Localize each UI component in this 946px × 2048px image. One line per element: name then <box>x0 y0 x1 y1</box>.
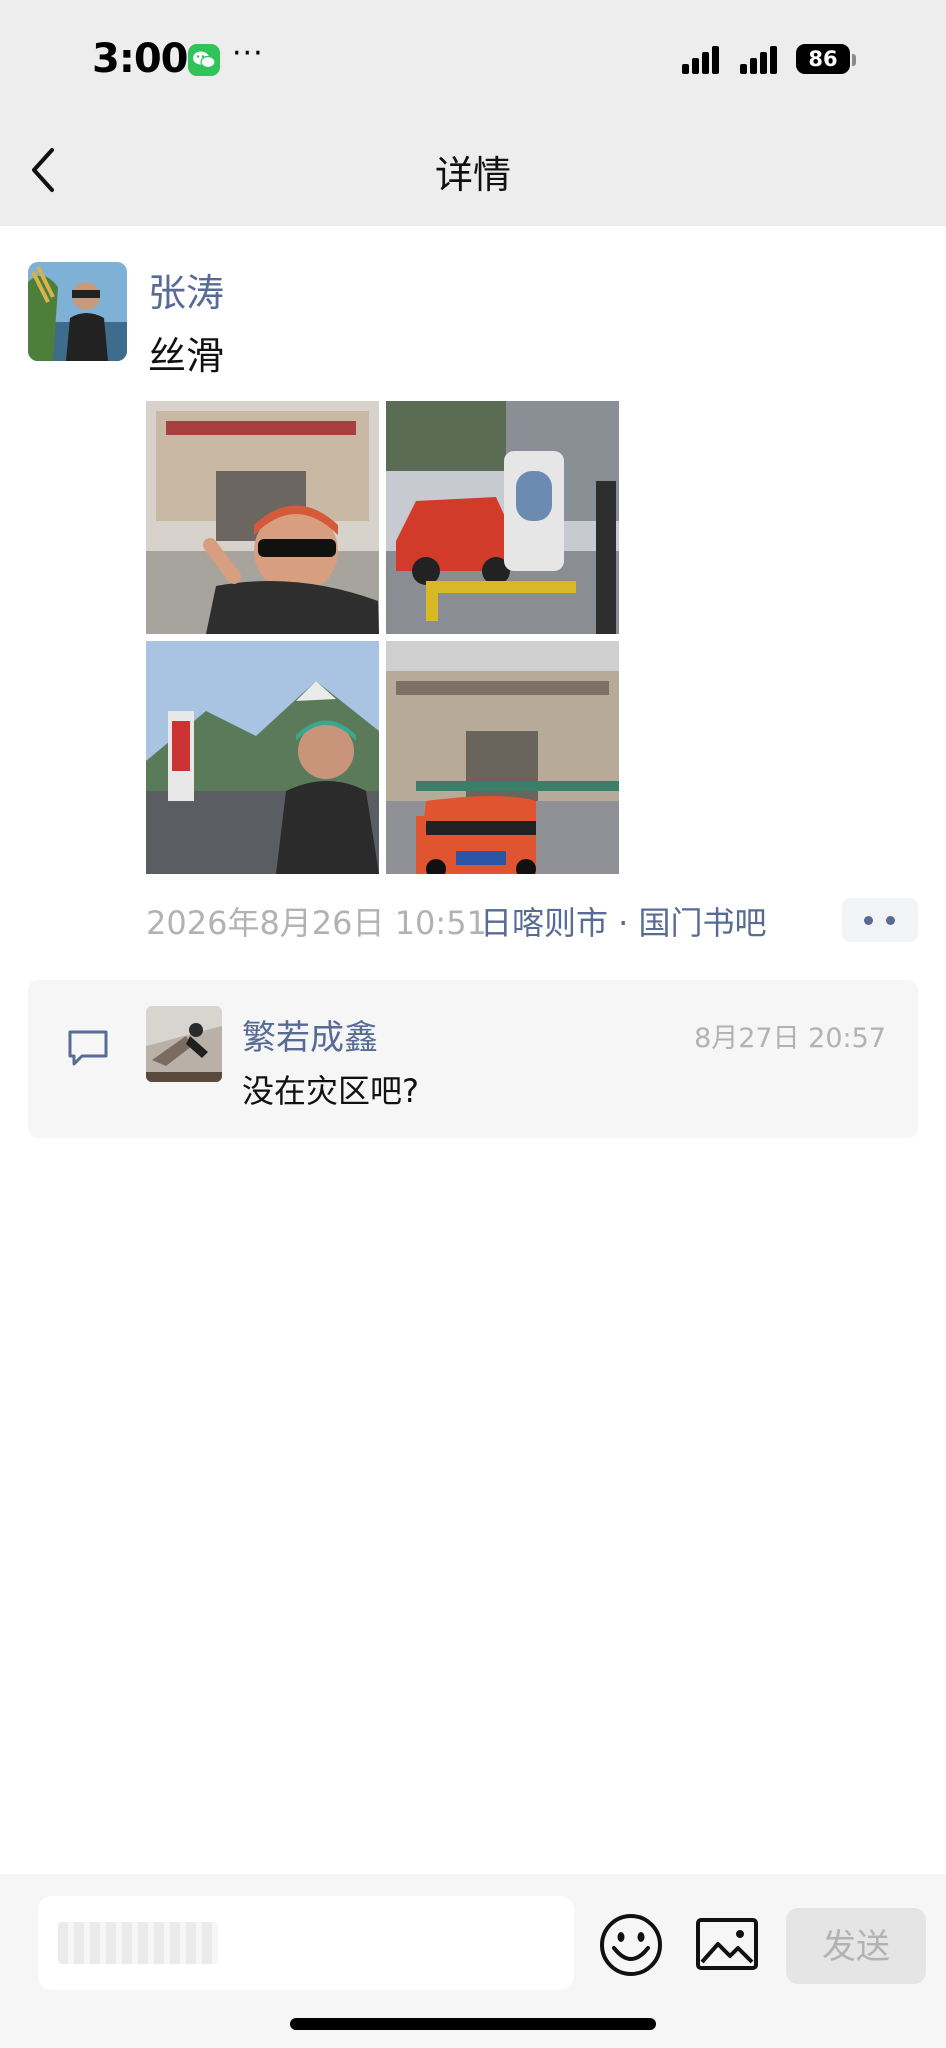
input-draft-text <box>58 1922 218 1964</box>
photo-car-gas-station[interactable] <box>386 401 619 634</box>
post-text: 丝滑 <box>148 334 225 378</box>
comment-section: 繁若成鑫 8月27日 20:57 没在灾区吧? <box>28 980 918 1138</box>
home-indicator <box>290 2018 656 2030</box>
commenter-avatar[interactable] <box>146 1006 222 1082</box>
emoji-icon[interactable] <box>598 1912 664 1982</box>
signal-icon-2 <box>740 44 784 74</box>
top-bar: 3:00 ··· 86 详情 <box>0 0 946 226</box>
photo-car-building[interactable] <box>386 641 619 874</box>
post-timestamp: 2026年8月26日 10:51 <box>146 904 487 942</box>
comment-time: 8月27日 20:57 <box>694 1023 886 1054</box>
photo-mountain[interactable] <box>146 641 379 874</box>
post-location[interactable]: 日喀则市 · 国门书吧 <box>480 898 767 944</box>
commenter-name[interactable]: 繁若成鑫 <box>242 1010 378 1059</box>
battery-cap <box>852 54 856 66</box>
signal-icon <box>682 44 726 74</box>
wechat-icon <box>188 44 220 76</box>
author-avatar[interactable] <box>28 262 127 361</box>
status-more-dots: ··· <box>232 36 264 71</box>
comment-bubble-icon <box>66 1028 110 1072</box>
photo-selfie[interactable] <box>146 401 379 634</box>
author-name[interactable]: 张涛 <box>148 262 224 317</box>
battery-icon: 86 <box>796 44 850 74</box>
send-button[interactable]: 发送 <box>786 1908 926 1984</box>
image-icon[interactable] <box>694 1914 760 1980</box>
status-time: 3:00 <box>92 36 188 82</box>
page-title: 详情 <box>434 153 511 197</box>
comment-text[interactable]: 没在灾区吧? <box>242 1066 419 1112</box>
more-dots-icon[interactable] <box>842 898 918 942</box>
